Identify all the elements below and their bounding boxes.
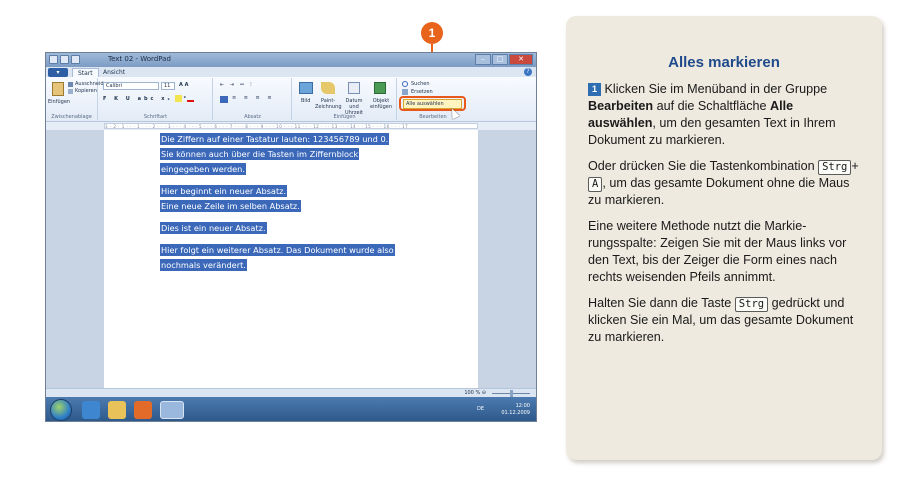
redo-icon[interactable] xyxy=(71,55,80,64)
zoom-slider-thumb[interactable] xyxy=(510,390,513,397)
callout-number-badge: 1 xyxy=(421,22,443,44)
object-label[interactable]: Objekt einfügen xyxy=(369,98,393,110)
zoom-slider[interactable] xyxy=(492,390,530,397)
selected-text-line: Die Ziffern auf einer Tastatur lauten: 1… xyxy=(160,133,390,145)
help-icon[interactable]: ? xyxy=(524,68,532,76)
picture-icon[interactable] xyxy=(299,82,313,94)
wordpad-taskbar-icon[interactable] xyxy=(160,401,184,419)
indent-list-icons[interactable]: ⇤ ⇥ ≔ ⁝ xyxy=(220,82,254,88)
selected-text-line: eingegeben werden. xyxy=(160,163,246,175)
group-insert: Bild Paint-Zeichnung Datum und Uhrzeit O… xyxy=(293,78,397,120)
zoom-level: 100 % ⊖ xyxy=(464,390,486,396)
tab-ansicht[interactable]: Ansicht xyxy=(98,68,130,77)
grow-font-icon[interactable]: A A xyxy=(179,82,188,88)
maximize-button[interactable]: □ xyxy=(492,54,508,65)
selected-text-line: Sie können auch über die Tasten im Ziffe… xyxy=(160,148,360,160)
undo-icon[interactable] xyxy=(60,55,69,64)
window-controls: – □ ✕ xyxy=(475,54,533,65)
instruction-title: Alles markieren xyxy=(668,54,780,71)
replace-icon[interactable] xyxy=(402,89,408,95)
paste-icon[interactable] xyxy=(52,82,64,96)
align-icons[interactable]: ≡ ≡ ≡ ≡ xyxy=(232,95,275,101)
group-label: Absatz xyxy=(244,114,261,120)
find-label[interactable]: Suchen xyxy=(411,81,430,87)
zoom-out-icon[interactable]: ⊖ xyxy=(482,390,486,396)
status-bar: 100 % ⊖ xyxy=(46,388,536,397)
selected-text-line: Dies ist ein neuer Absatz. xyxy=(160,222,267,234)
window-titlebar: Text 02 - WordPad – □ ✕ xyxy=(46,53,536,67)
align-left-icon[interactable] xyxy=(220,96,228,103)
taskbar: DE 12:00 01.12.2009 xyxy=(46,397,536,421)
instruction-shortcut: Oder drücken Sie die Tastenkombination S… xyxy=(588,159,859,207)
start-button-icon[interactable] xyxy=(50,399,72,421)
wordpad-screenshot: Text 02 - WordPad – □ ✕ ▾ Start Ansicht … xyxy=(45,52,537,422)
document-area: Die Ziffern auf einer Tastatur lauten: 1… xyxy=(46,130,536,388)
ruler: 3 · 2 · 1 · · · 1 · · · 2 · · · 3 · · · … xyxy=(46,122,536,130)
clock[interactable]: 12:00 01.12.2009 xyxy=(501,403,530,417)
instruction-strg-click: Halten Sie dann die Taste Strg gedrückt … xyxy=(588,296,854,344)
copy-icon[interactable] xyxy=(68,89,73,94)
save-icon[interactable] xyxy=(49,55,58,64)
ribbon-tabs: ▾ Start Ansicht ? xyxy=(46,67,536,77)
input-language[interactable]: DE xyxy=(477,406,484,412)
close-button[interactable]: ✕ xyxy=(509,54,533,65)
calendar-icon[interactable] xyxy=(348,82,360,94)
key-a: A xyxy=(588,177,603,192)
clock-date: 01.12.2009 xyxy=(501,410,530,416)
quick-access-toolbar xyxy=(49,55,80,64)
font-name-select[interactable]: Calibri xyxy=(103,82,159,90)
minimize-button[interactable]: – xyxy=(475,54,491,65)
instruction-box: Alles markieren 1 Klicken Sie im Menüban… xyxy=(566,16,882,460)
selected-text-line: Eine neue Zeile im selben Absatz. xyxy=(160,200,301,212)
find-icon[interactable] xyxy=(402,81,408,87)
selected-text-line: Hier beginnt ein neuer Absatz. xyxy=(160,185,288,197)
paint-icon[interactable] xyxy=(321,82,335,94)
replace-label[interactable]: Ersetzen xyxy=(411,89,433,95)
app-menu-button[interactable]: ▾ xyxy=(48,68,68,77)
group-paragraph: ⇤ ⇥ ≔ ⁝ ≡ ≡ ≡ ≡ Absatz xyxy=(214,78,292,120)
group-label: Einfügen xyxy=(333,114,356,120)
media-player-icon[interactable] xyxy=(134,401,152,419)
clock-time: 12:00 xyxy=(515,403,530,409)
group-label: Schriftart xyxy=(143,114,168,120)
picture-label[interactable]: Bild xyxy=(301,98,310,104)
key-strg: Strg xyxy=(734,297,769,312)
ruler-strip: 3 · 2 · 1 · · · 1 · · · 2 · · · 3 · · · … xyxy=(104,123,478,129)
group-font: Calibri 11 A A F K U abc x₂ x² Schriftar… xyxy=(99,78,213,120)
cut-icon[interactable] xyxy=(68,82,73,87)
font-size-select[interactable]: 11 xyxy=(161,82,175,90)
tab-start[interactable]: Start xyxy=(72,68,99,77)
window-title: Text 02 - WordPad xyxy=(108,55,171,63)
explorer-icon[interactable] xyxy=(108,401,126,419)
object-icon[interactable] xyxy=(374,82,386,94)
paint-label[interactable]: Paint-Zeichnung xyxy=(315,98,342,110)
selected-text-line: nochmals verändert. xyxy=(160,259,247,271)
group-clipboard: Einfügen Ausschneiden Kopieren Zwischena… xyxy=(46,78,110,120)
paste-label[interactable]: Einfügen xyxy=(48,99,70,105)
step-number-badge: 1 xyxy=(588,83,601,96)
instruction-step-1: 1 Klicken Sie im Menüband in der Gruppe … xyxy=(588,82,836,147)
highlight-icon[interactable] xyxy=(175,95,182,102)
group-label: Zwischenablage xyxy=(51,114,92,120)
copy-label[interactable]: Kopieren xyxy=(75,88,97,94)
font-color-icon[interactable] xyxy=(187,95,194,102)
instruction-selection-bar: Eine weitere Methode nutzt die Markie-ru… xyxy=(588,219,847,284)
internet-explorer-icon[interactable] xyxy=(82,401,100,419)
selected-text-line: Hier folgt ein weiterer Absatz. Das Doku… xyxy=(160,244,395,256)
document-page[interactable]: Die Ziffern auf einer Tastatur lauten: 1… xyxy=(104,130,478,388)
key-strg: Strg xyxy=(818,160,852,175)
